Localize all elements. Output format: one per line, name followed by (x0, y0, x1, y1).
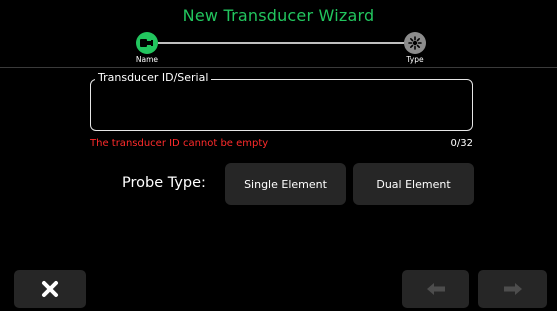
stepper-line (158, 42, 404, 44)
transducer-id-legend: Transducer ID/Serial (95, 71, 212, 84)
transducer-icon (140, 39, 153, 47)
wizard-title: New Transducer Wizard (182, 6, 375, 25)
header-divider (0, 67, 557, 68)
next-button[interactable] (478, 270, 547, 308)
step-name-label: Name (135, 55, 159, 64)
step-type-label: Type (406, 55, 424, 64)
dual-element-button[interactable]: Dual Element (353, 163, 474, 205)
arrow-left-icon (426, 283, 445, 295)
step-type[interactable] (404, 32, 426, 54)
transducer-id-field[interactable] (90, 79, 473, 131)
close-icon (42, 281, 58, 297)
validation-error: The transducer ID cannot be empty (90, 138, 269, 149)
arrow-right-icon (503, 283, 522, 295)
probe-type-label: Probe Type: (122, 175, 206, 191)
wizard-stepper: Name Type (0, 28, 557, 68)
close-button[interactable] (14, 270, 86, 308)
step-name[interactable] (136, 32, 158, 54)
transducer-id-input[interactable] (97, 90, 469, 126)
probe-type-icon (408, 36, 422, 50)
char-counter: 0/32 (450, 138, 473, 149)
back-button[interactable] (402, 270, 469, 308)
single-element-button[interactable]: Single Element (225, 163, 346, 205)
